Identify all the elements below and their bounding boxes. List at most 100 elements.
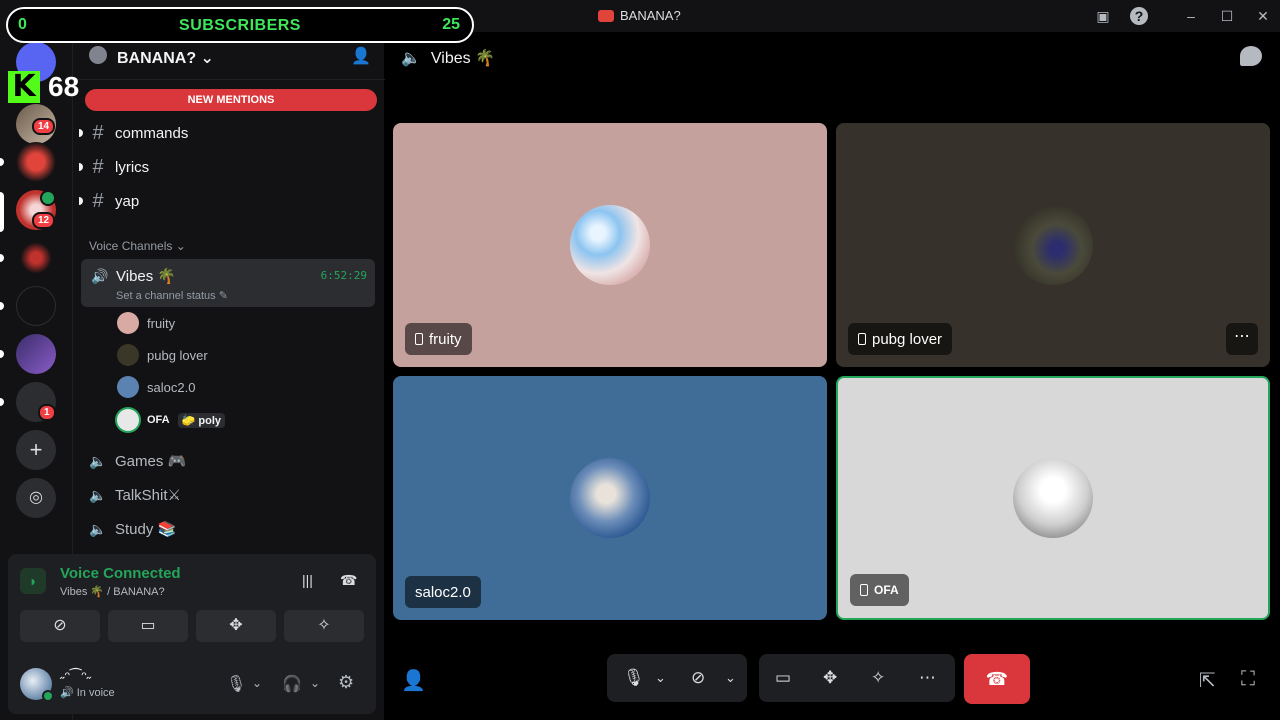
new-mentions-banner[interactable]: NEW MENTIONS [85, 89, 377, 111]
chat-icon[interactable] [1240, 46, 1262, 66]
participant-tile[interactable]: pubg lover ⋯ [836, 123, 1270, 367]
help-icon[interactable]: ? [1130, 7, 1148, 25]
server-icon [598, 9, 614, 22]
disconnect-button[interactable]: ☎ [964, 654, 1030, 704]
unread-pip [0, 398, 4, 406]
channel-status[interactable]: Set a channel status ✎ [116, 289, 228, 302]
maximize-button[interactable]: ☐ [1218, 7, 1236, 25]
invite-icon[interactable]: 👤 [351, 46, 371, 66]
guild-name[interactable]: BANANA? ⌄ [117, 48, 214, 68]
voice-category[interactable]: Voice Channels ⌄ [89, 239, 186, 253]
user-tag: 🧽 poly [177, 412, 225, 428]
more-icon[interactable]: ⋯ [919, 668, 936, 688]
kick-viewer-count: 68 [48, 71, 80, 102]
headphones-icon[interactable]: 🎧 [282, 674, 302, 694]
soundboard-button[interactable]: ✧ [284, 610, 364, 642]
server-icon-socialize[interactable] [16, 334, 56, 374]
mobile-icon [858, 333, 866, 345]
user-status: 🔊 In voice [60, 687, 115, 699]
more-options-button[interactable]: ⋯ [1226, 323, 1258, 355]
kick-overlay: K 68 [8, 70, 79, 104]
voice-channel-talkshit[interactable]: 🔈 TalkShit⚔ [81, 480, 375, 510]
pop-out-icon[interactable]: ⇱ [1199, 668, 1216, 693]
guild-badge-icon [89, 46, 107, 64]
chevron-down-icon[interactable]: ⌄ [725, 670, 736, 686]
voice-active-icon [40, 190, 56, 206]
mention-badge: 14 [32, 118, 56, 135]
signal-icon[interactable]: ◗ [20, 568, 46, 594]
chevron-down-icon[interactable]: ⌄ [310, 676, 320, 690]
invite-people-icon[interactable]: 👤 [401, 668, 426, 693]
screen-share-button[interactable]: ▭ [108, 610, 188, 642]
screen-share-icon[interactable]: ▭ [775, 668, 791, 688]
voice-user[interactable]: OFA 🧽 poly [117, 407, 225, 433]
voice-channel-games[interactable]: 🔈 Games 🎮 [81, 446, 375, 476]
voice-connected-channel[interactable]: Vibes 🌴 / BANANA? [60, 585, 165, 598]
kick-logo: K [8, 71, 40, 103]
avatar [1013, 205, 1093, 285]
fullscreen-icon[interactable]: ⛶ [1241, 668, 1255, 691]
unread-pip [0, 158, 4, 166]
chevron-down-icon[interactable]: ⌄ [655, 670, 666, 686]
activities-icon[interactable]: ✥ [823, 668, 837, 688]
call-timer: 6:52:29 [320, 269, 367, 282]
soundboard-icon[interactable]: ✧ [871, 668, 885, 688]
username[interactable]: ˶ᵔ⁀ᵔ˶ [60, 668, 91, 685]
mobile-icon [415, 333, 423, 345]
unread-pip [0, 350, 4, 358]
server-icon-5[interactable] [16, 286, 56, 326]
avatar [570, 458, 650, 538]
speaker-icon: 🔈 [89, 486, 107, 503]
voice-channel-study[interactable]: 🔈 Study 📚 [81, 514, 375, 544]
voice-channel-vibes[interactable]: 🔊 Vibes 🌴 6:52:29 Set a channel status ✎ [81, 259, 375, 307]
close-button[interactable]: ✕ [1254, 7, 1272, 25]
chevron-down-icon[interactable]: ⌄ [252, 676, 262, 690]
add-server-icon[interactable]: + [16, 430, 56, 470]
speaker-icon: 🔈 [89, 452, 107, 469]
call-area: 🔈 Vibes 🌴 fruity pubg lover ⋯ saloc2.0 O… [385, 32, 1280, 720]
disconnect-icon[interactable]: ☎ [340, 572, 357, 589]
participant-tile[interactable]: fruity [393, 123, 827, 367]
voice-connected-panel: ◗ Voice Connected Vibes 🌴 / BANANA? ||| … [8, 554, 376, 654]
subs-label: SUBSCRIBERS [179, 17, 301, 34]
camera-off-button[interactable]: ⊘ [20, 610, 100, 642]
participant-tile[interactable]: saloc2.0 [393, 376, 827, 620]
channel-header: 🔈 Vibes 🌴 [401, 50, 496, 67]
user-panel: ˶ᵔ⁀ᵔ˶ 🔊 In voice 🎙 ⌄ 🎧 ⌄ ⚙ [8, 654, 376, 714]
server-icon-4[interactable] [16, 238, 56, 278]
participant-name-tag: fruity [405, 323, 472, 355]
microphone-icon[interactable]: 🎙 [226, 674, 246, 694]
voice-user[interactable]: fruity [117, 310, 175, 336]
participant-name-tag: pubg lover [848, 323, 953, 355]
camera-off-icon[interactable]: ⊘ [691, 668, 705, 688]
voice-user[interactable]: pubg lover [117, 342, 208, 368]
channel-yap[interactable]: # yap [79, 185, 377, 217]
mention-badge: 12 [32, 212, 56, 229]
discover-icon[interactable]: ◎ [16, 478, 56, 518]
minimize-button[interactable]: – [1182, 7, 1200, 25]
gear-icon[interactable]: ⚙ [338, 672, 354, 693]
noise-suppression-icon[interactable]: ||| [302, 572, 313, 588]
inbox-icon[interactable]: ▣ [1094, 7, 1112, 25]
unread-pip [0, 302, 4, 310]
unread-pip [0, 254, 4, 262]
avatar [117, 312, 139, 334]
avatar [1013, 458, 1093, 538]
channel-lyrics[interactable]: # lyrics [79, 151, 377, 183]
voice-connected-title[interactable]: Voice Connected [60, 565, 181, 582]
avatar [117, 344, 139, 366]
microphone-icon[interactable]: 🎙 [623, 668, 645, 688]
avatar [570, 205, 650, 285]
subs-count: 25 [442, 16, 460, 33]
voice-user[interactable]: saloc2.0 [117, 374, 195, 400]
server-icon-2[interactable] [16, 142, 56, 182]
activities-button[interactable]: ✥ [196, 610, 276, 642]
channel-commands[interactable]: # commands [79, 117, 377, 149]
hash-icon: # [92, 189, 104, 212]
participant-name-tag: saloc2.0 [405, 576, 481, 608]
subscribers-overlay: 0 SUBSCRIBERS 25 [6, 7, 474, 43]
audio-video-controls: 🎙 ⌄ ⊘ ⌄ [607, 654, 747, 702]
participant-tile-speaking[interactable]: OFA [836, 376, 1270, 620]
speaker-icon: 🔊 [91, 268, 109, 284]
window-title: BANANA? [598, 8, 681, 23]
